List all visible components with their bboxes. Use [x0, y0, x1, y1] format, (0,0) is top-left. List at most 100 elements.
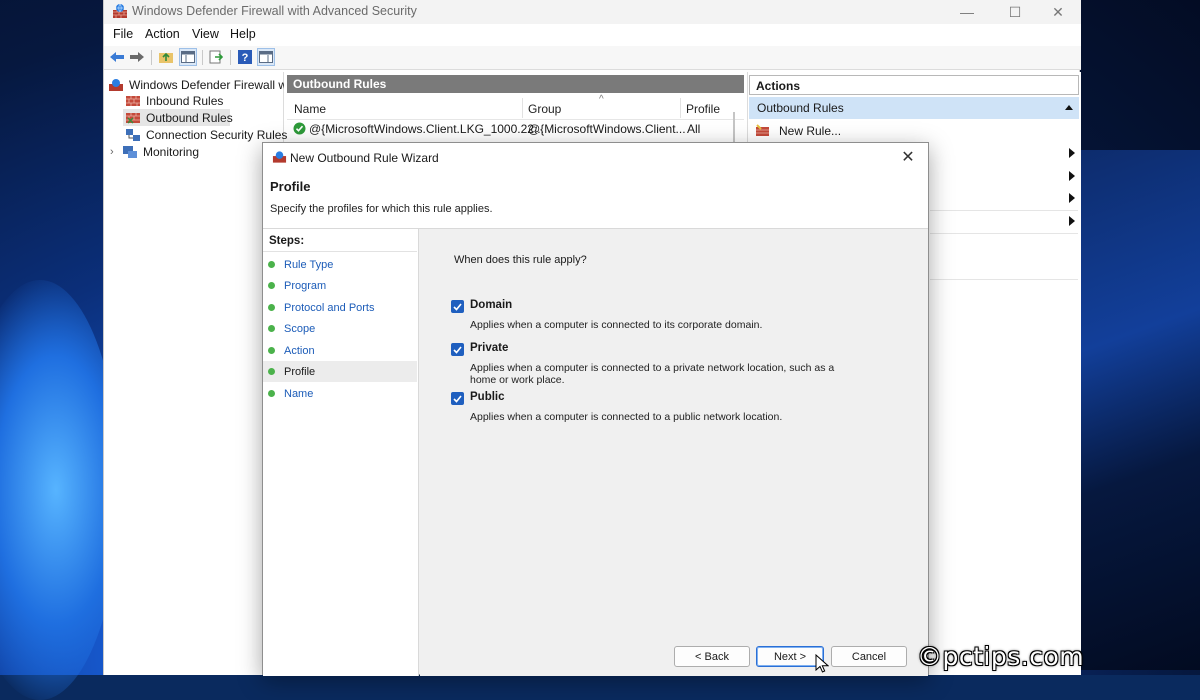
submenu-arrow-icon[interactable]: [1068, 171, 1076, 181]
actions-divider: [930, 279, 1078, 280]
step-current-icon: [268, 368, 275, 375]
actions-header: Actions: [749, 75, 1079, 95]
rule-name-cell: @{MicrosoftWindows.Client.LKG_1000.22...: [309, 122, 544, 136]
close-icon: ✕: [901, 149, 915, 166]
step-label: Program: [284, 279, 327, 292]
tree-item-outbound-rules[interactable]: Outbound Rules: [123, 109, 233, 126]
monitoring-icon: [123, 145, 137, 158]
outbound-rules-icon: [126, 112, 140, 124]
menu-help[interactable]: Help: [230, 27, 256, 41]
title-bar[interactable]: Windows Defender Firewall with Advanced …: [104, 0, 1081, 24]
rule-enabled-icon: [293, 122, 306, 135]
step-protocol-and-ports[interactable]: Protocol and Ports: [263, 297, 417, 318]
export-list-icon: [209, 50, 223, 64]
submenu-arrow-icon[interactable]: [1068, 148, 1076, 158]
submenu-arrow-icon[interactable]: [1068, 216, 1076, 226]
properties-icon: [259, 51, 273, 63]
properties-button[interactable]: [257, 48, 275, 66]
steps-divider: [263, 251, 417, 252]
menu-view[interactable]: View: [192, 27, 219, 41]
close-button[interactable]: ✕: [1035, 0, 1081, 24]
submenu-arrow-icon[interactable]: [1068, 193, 1076, 203]
tree-item-label: Outbound Rules: [146, 110, 233, 125]
public-label[interactable]: Public: [470, 391, 505, 403]
tree-root-label: Windows Defender Firewall witl: [129, 77, 284, 92]
close-icon: ✕: [1052, 3, 1064, 20]
public-description: Applies when a computer is connected to …: [470, 411, 783, 423]
step-complete-icon: [268, 347, 275, 354]
minimize-icon: —: [960, 4, 974, 20]
dialog-banner: Profile Specify the profiles for which t…: [263, 171, 928, 229]
toolbar: ?: [104, 46, 1081, 70]
cancel-button[interactable]: Cancel: [831, 646, 907, 667]
menu-action[interactable]: Action: [145, 27, 180, 41]
minimize-button[interactable]: —: [944, 0, 990, 24]
step-label: Protocol and Ports: [284, 301, 375, 314]
action-new-rule[interactable]: New Rule...: [755, 122, 841, 140]
step-rule-type[interactable]: Rule Type: [263, 254, 417, 275]
step-program[interactable]: Program: [263, 275, 417, 296]
public-checkbox[interactable]: [451, 392, 464, 405]
maximize-button[interactable]: ☐: [992, 0, 1038, 24]
steps-label: Steps:: [269, 235, 305, 247]
checkmark-icon: [453, 394, 462, 403]
tree-root[interactable]: Windows Defender Firewall witl: [108, 76, 284, 93]
rule-profile-cell: All: [687, 122, 701, 136]
sort-ascending-icon: ^: [599, 94, 604, 105]
domain-checkbox[interactable]: [451, 300, 464, 313]
dialog-close-button[interactable]: ✕: [893, 145, 923, 169]
chevron-right-icon[interactable]: ›: [110, 146, 122, 158]
dialog-title: New Outbound Rule Wizard: [290, 151, 439, 165]
tree-item-label: Monitoring: [143, 144, 200, 159]
step-label: Profile: [284, 365, 316, 378]
export-list-button[interactable]: [207, 48, 225, 66]
center-pane-header: Outbound Rules: [287, 75, 744, 93]
next-button[interactable]: Next >: [756, 646, 824, 667]
step-name[interactable]: Name: [263, 383, 417, 404]
back-arrow-icon: [110, 52, 124, 62]
column-divider[interactable]: [680, 98, 681, 118]
help-button[interactable]: ?: [236, 48, 254, 66]
tree-item-inbound-rules[interactable]: Inbound Rules: [125, 92, 223, 109]
firewall-app-icon: [109, 78, 123, 91]
back-button[interactable]: < Back: [674, 646, 750, 667]
column-group[interactable]: Group: [528, 102, 561, 116]
step-profile: Profile: [263, 361, 417, 382]
help-icon: ?: [238, 50, 252, 64]
menu-file[interactable]: File: [113, 27, 133, 41]
checkmark-icon: [453, 345, 462, 354]
tree-item-monitoring[interactable]: › Monitoring: [110, 143, 199, 160]
forward-button[interactable]: [128, 48, 146, 66]
column-profile[interactable]: Profile: [686, 102, 720, 116]
private-description: Applies when a computer is connected to …: [470, 362, 835, 386]
watermark: ©pctips.com: [917, 642, 1085, 671]
step-complete-icon: [268, 261, 275, 268]
up-one-level-button[interactable]: [157, 48, 175, 66]
private-label[interactable]: Private: [470, 342, 508, 354]
inbound-rules-icon: [126, 95, 140, 106]
action-label: New Rule...: [779, 124, 842, 138]
step-complete-icon: [268, 282, 275, 289]
back-button[interactable]: [108, 48, 126, 66]
connection-security-icon: [126, 128, 140, 141]
dialog-title-bar[interactable]: New Outbound Rule Wizard ✕: [263, 143, 928, 171]
show-hide-tree-button[interactable]: [179, 48, 197, 66]
step-action[interactable]: Action: [263, 340, 417, 361]
firewall-app-icon: [272, 151, 287, 163]
page-title: Profile: [270, 179, 311, 194]
new-outbound-rule-wizard: New Outbound Rule Wizard ✕ Profile Speci…: [262, 142, 929, 676]
private-checkbox[interactable]: [451, 343, 464, 356]
actions-divider: [930, 210, 1078, 211]
column-name[interactable]: Name: [294, 102, 326, 116]
vertical-scrollbar[interactable]: [733, 112, 735, 142]
column-divider[interactable]: [522, 98, 523, 118]
table-row[interactable]: @{MicrosoftWindows.Client.LKG_1000.22...…: [287, 120, 744, 138]
folder-up-icon: [159, 52, 173, 63]
mouse-cursor-icon: [815, 654, 829, 673]
domain-label[interactable]: Domain: [470, 299, 512, 311]
tree-item-connection-security-rules[interactable]: Connection Security Rules: [125, 126, 287, 143]
actions-section-outbound-rules[interactable]: Outbound Rules: [749, 97, 1079, 119]
collapse-up-icon[interactable]: [1065, 105, 1073, 110]
step-scope[interactable]: Scope: [263, 318, 417, 339]
steps-pane: Steps: Rule Type Program Protocol and Po…: [263, 229, 419, 676]
